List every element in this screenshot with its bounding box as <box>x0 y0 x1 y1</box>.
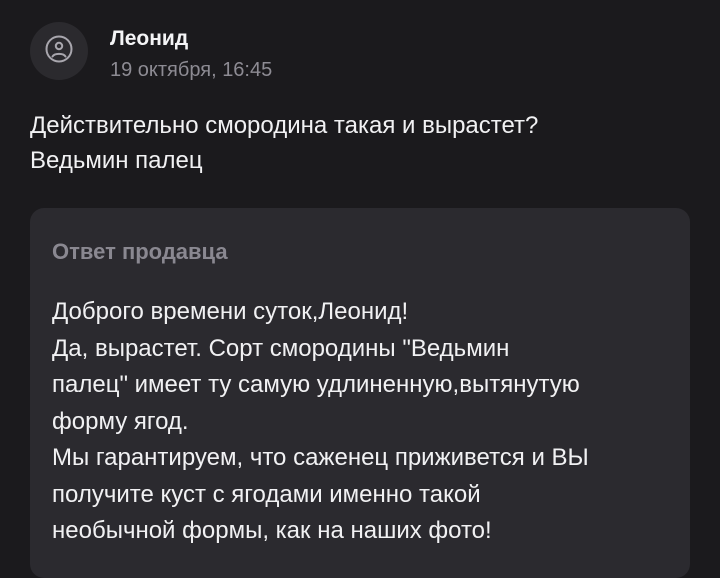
review-header: Леонид 19 октября, 16:45 <box>30 22 272 83</box>
review-date: 19 октября, 16:45 <box>110 59 273 81</box>
review-author: Леонид <box>110 27 189 50</box>
seller-reply-card: Ответ продавца Доброго времени суток,Лео… <box>30 208 690 578</box>
review-item: Леонид 19 октября, 16:45 Действительно с… <box>0 0 720 578</box>
user-meta: Леонид 19 октября, 16:45 <box>110 25 272 83</box>
sad-face-icon <box>44 34 74 69</box>
seller-reply-title: Ответ продавца <box>52 239 228 264</box>
avatar[interactable] <box>30 22 88 80</box>
review-text: Действительно смородина такая и вырастет… <box>30 112 539 174</box>
seller-reply-text: Доброго времени суток,Леонид! Да, выраст… <box>52 298 589 544</box>
